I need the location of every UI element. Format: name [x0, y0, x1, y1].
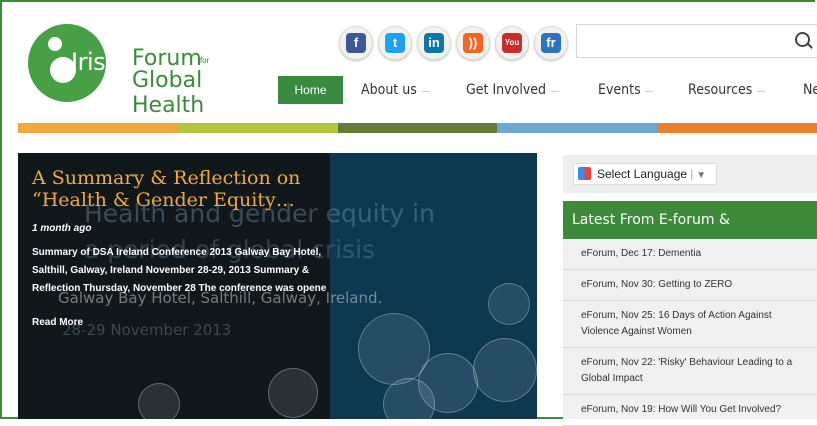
- nav-label: Resources: [688, 82, 753, 98]
- friendfeed-icon[interactable]: fr: [534, 26, 568, 60]
- dropdown-arrow-icon: ▼: [696, 170, 707, 181]
- color-stripe-segment: [177, 123, 338, 133]
- nav-news[interactable]: News: [803, 82, 817, 98]
- main-nav: Home About us — Get Involved — Events — Res…: [278, 76, 817, 104]
- google-translate-icon: [578, 167, 591, 180]
- search-box[interactable]: [576, 24, 817, 58]
- logo-dot-small: [48, 37, 62, 51]
- youtube-icon[interactable]: You: [495, 26, 529, 60]
- eforum-link[interactable]: eForum, Nov 19: How Will You Get Involve…: [563, 395, 817, 426]
- bokeh-circle: [473, 338, 537, 402]
- slide-title[interactable]: A Summary & Reflection on “Health & Gend…: [32, 167, 332, 211]
- eforum-link[interactable]: eForum, Nov 22: 'Risky' Behaviour Leadin…: [563, 348, 817, 395]
- eforum-link[interactable]: eForum, Nov 30: Getting to ZERO: [563, 270, 817, 301]
- nav-resources[interactable]: Resources —: [688, 82, 766, 98]
- search-input[interactable]: [583, 25, 787, 55]
- language-select[interactable]: Select Language | ▼: [573, 163, 717, 185]
- social-glyph: in: [424, 33, 444, 53]
- social-glyph: You: [502, 33, 522, 53]
- chevron-down-icon: —: [421, 86, 431, 97]
- featured-slider[interactable]: Health and gender equity in a period of …: [18, 153, 537, 419]
- linkedin-icon[interactable]: in: [417, 26, 451, 60]
- bokeh-circle: [268, 368, 318, 418]
- nav-get-involved[interactable]: Get Involved —: [466, 82, 560, 98]
- color-stripe-segment: [497, 123, 658, 133]
- nav-home[interactable]: Home: [278, 76, 343, 104]
- eforum-link[interactable]: eForum, Dec 17: Dementia: [563, 239, 817, 270]
- color-stripe-segment: [18, 123, 178, 133]
- nav-label: News: [802, 82, 817, 98]
- social-glyph: f: [346, 33, 366, 53]
- nav-events[interactable]: Events —: [598, 82, 654, 98]
- logo-irish-text: Irish: [71, 48, 120, 76]
- color-stripe-segment: [657, 123, 817, 133]
- nav-label: Events: [597, 82, 641, 98]
- read-more-link[interactable]: Read More: [32, 317, 83, 328]
- nav-about-us[interactable]: About us —: [361, 82, 430, 98]
- translate-widget: Select Language | ▼: [563, 155, 817, 193]
- twitter-icon[interactable]: t: [378, 26, 412, 60]
- nav-label: About us: [361, 82, 417, 98]
- color-stripe: [18, 123, 817, 133]
- social-links: f t in)) You fr: [339, 26, 568, 60]
- slide-excerpt: Summary of DSA Ireland Conference 2013 G…: [32, 247, 327, 294]
- latest-heading: Latest From E-forum & Newsletters: [563, 201, 817, 266]
- social-glyph: fr: [541, 33, 561, 53]
- facebook-icon[interactable]: f: [339, 26, 373, 60]
- social-glyph: t: [385, 33, 405, 53]
- site-logo[interactable]: Irish Forum for Global Health: [28, 24, 258, 118]
- chevron-down-icon: —: [550, 86, 560, 97]
- slide-image-text: 28-29 November 2013: [62, 321, 232, 339]
- divider: |: [690, 167, 694, 181]
- chevron-down-icon: —: [757, 86, 767, 97]
- logo-global-health-text: Global Health: [132, 68, 205, 118]
- bokeh-circle: [138, 383, 180, 419]
- chevron-down-icon: —: [645, 86, 655, 97]
- rss-icon[interactable]: )): [456, 26, 490, 60]
- language-select-label: Select Language: [597, 167, 688, 181]
- nav-label: Get Involved: [466, 82, 547, 98]
- color-stripe-segment: [337, 123, 498, 133]
- slide-date: 1 month ago: [32, 223, 92, 234]
- eforum-link[interactable]: eForum, Nov 25: 16 Days of Action Agains…: [563, 301, 817, 348]
- search-icon[interactable]: [795, 32, 810, 47]
- latest-list: eForum, Dec 17: Dementia eForum, Nov 30: …: [563, 239, 817, 426]
- social-glyph: )): [463, 33, 483, 53]
- logo-for-text: for: [200, 56, 210, 65]
- bokeh-circle: [488, 283, 530, 325]
